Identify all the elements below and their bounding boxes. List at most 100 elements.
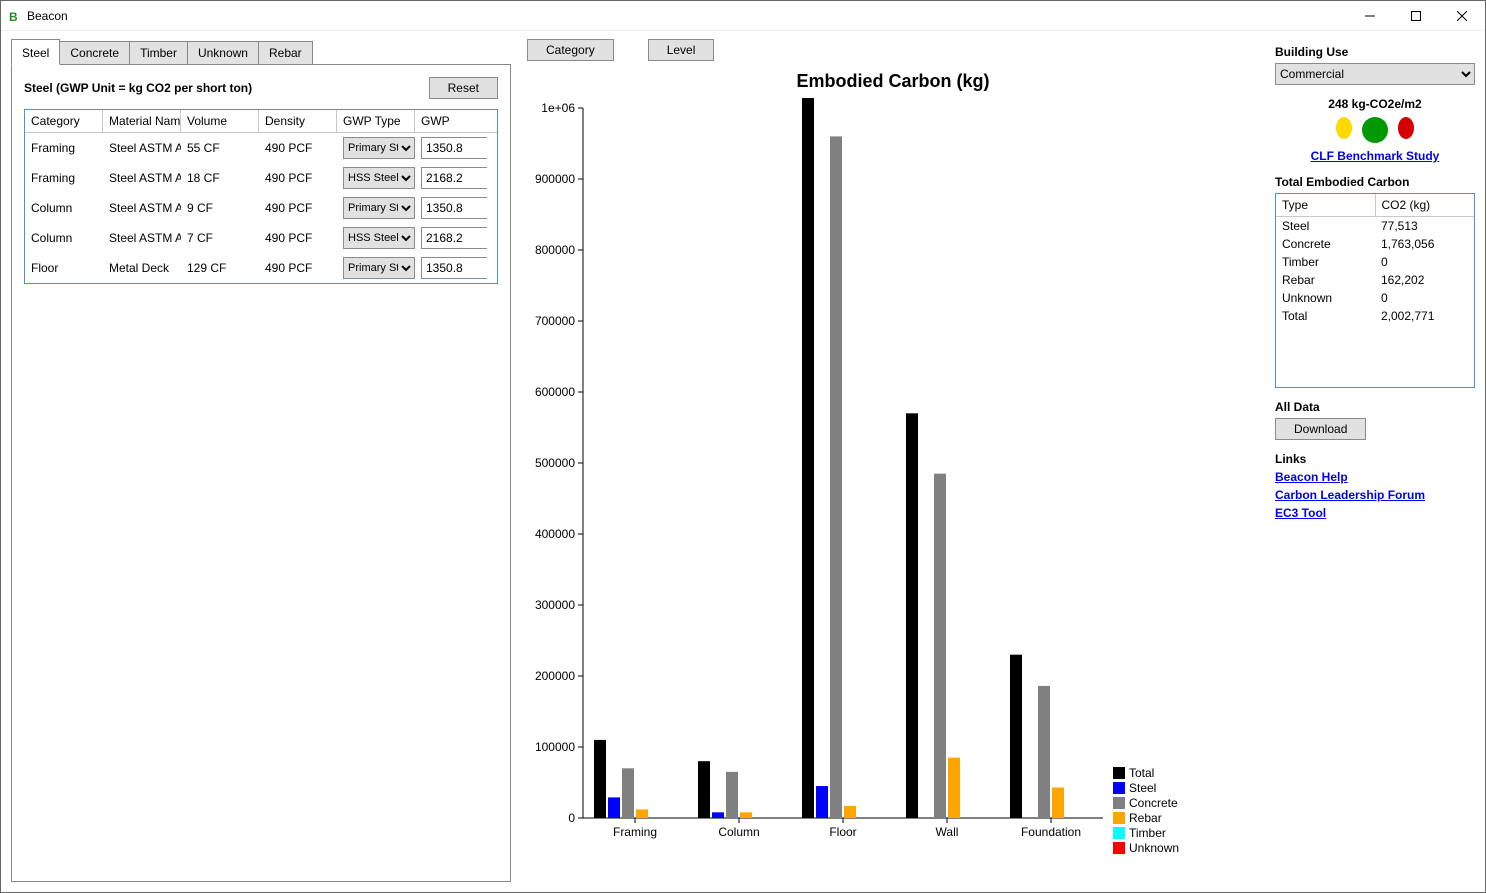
tab-rebar[interactable]: Rebar: [259, 41, 313, 65]
cell-density: 490 PCF: [259, 139, 337, 157]
cell-volume: 7 CF: [181, 229, 259, 247]
window-title: Beacon: [27, 9, 68, 23]
svg-text:Floor: Floor: [829, 825, 856, 839]
legend-label: Timber: [1129, 826, 1166, 840]
column-header[interactable]: GWP Type: [337, 110, 415, 132]
tab-steel[interactable]: Steel: [11, 39, 60, 65]
svg-text:700000: 700000: [535, 314, 575, 328]
cell-material: Steel ASTM A5: [103, 229, 181, 247]
svg-text:Framing: Framing: [613, 825, 657, 839]
gwp-type-select[interactable]: Primary St: [343, 137, 415, 159]
svg-text:200000: 200000: [535, 669, 575, 683]
link-beacon-help[interactable]: Beacon Help: [1275, 470, 1475, 484]
cell-category: Framing: [25, 139, 103, 157]
category-button[interactable]: Category: [527, 39, 614, 61]
level-button[interactable]: Level: [648, 39, 715, 61]
chart: 0 100000 200000 300000 400000 500000 600000 700…: [523, 98, 1163, 868]
gwp-input[interactable]: [421, 167, 487, 189]
building-use-select[interactable]: Commercial: [1275, 63, 1475, 85]
building-use-label: Building Use: [1275, 45, 1475, 59]
tec-row: Timber0: [1276, 253, 1474, 271]
legend-swatch: [1113, 812, 1125, 824]
links-label: Links: [1275, 452, 1475, 466]
tec-row: Total2,002,771: [1276, 307, 1474, 325]
legend-label: Concrete: [1129, 796, 1178, 810]
gwp-input[interactable]: [421, 137, 487, 159]
cell-density: 490 PCF: [259, 199, 337, 217]
status-dot-green: [1362, 117, 1388, 143]
gwp-input[interactable]: [421, 197, 487, 219]
chart-title: Embodied Carbon (kg): [523, 67, 1263, 98]
all-data-label: All Data: [1275, 400, 1475, 414]
cell-volume: 9 CF: [181, 199, 259, 217]
material-grid: CategoryMaterial NameVolumeDensityGWP Ty…: [24, 109, 498, 284]
panel-title: Steel (GWP Unit = kg CO2 per short ton): [24, 81, 429, 95]
gwp-type-select[interactable]: HSS Steel: [343, 227, 415, 249]
close-button[interactable]: [1439, 1, 1485, 31]
cell-material: Metal Deck: [103, 259, 181, 277]
cell-material: Steel ASTM A9: [103, 139, 181, 157]
legend-label: Total: [1129, 766, 1154, 780]
table-row: ColumnSteel ASTM A99 CF490 PCF Primary St: [25, 193, 497, 223]
table-row: FloorMetal Deck129 CF490 PCFPrimary St: [25, 253, 497, 283]
download-button[interactable]: Download: [1275, 418, 1366, 440]
tab-unknown[interactable]: Unknown: [188, 41, 259, 65]
cell-category: Column: [25, 199, 103, 217]
titlebar: B Beacon: [1, 1, 1485, 31]
cell-density: 490 PCF: [259, 169, 337, 187]
svg-text:900000: 900000: [535, 172, 575, 186]
svg-text:100000: 100000: [535, 740, 575, 754]
legend-swatch: [1113, 782, 1125, 794]
cell-material: Steel ASTM A9: [103, 199, 181, 217]
tab-timber[interactable]: Timber: [130, 41, 188, 65]
link-ec3-tool[interactable]: EC3 Tool: [1275, 506, 1475, 520]
svg-text:Wall: Wall: [936, 825, 959, 839]
legend-swatch: [1113, 842, 1125, 854]
chart-legend: TotalSteelConcreteRebarTimberUnknown: [1113, 766, 1179, 856]
material-panel: Steel (GWP Unit = kg CO2 per short ton) …: [11, 64, 511, 882]
column-header[interactable]: Category: [25, 110, 103, 132]
gwp-type-select[interactable]: Primary St: [343, 197, 415, 219]
svg-text:500000: 500000: [535, 456, 575, 470]
svg-text:300000: 300000: [535, 598, 575, 612]
gwp-type-select[interactable]: HSS Steel: [343, 167, 415, 189]
svg-text:600000: 600000: [535, 385, 575, 399]
column-header[interactable]: Density: [259, 110, 337, 132]
svg-text:400000: 400000: [535, 527, 575, 541]
cell-volume: 18 CF: [181, 169, 259, 187]
legend-label: Rebar: [1129, 811, 1162, 825]
cell-category: Column: [25, 229, 103, 247]
cell-category: Floor: [25, 259, 103, 277]
benchmark-link[interactable]: CLF Benchmark Study: [1311, 149, 1440, 163]
gwp-type-select[interactable]: Primary St: [343, 257, 415, 279]
tec-row: Concrete1,763,056: [1276, 235, 1474, 253]
legend-swatch: [1113, 827, 1125, 839]
column-header[interactable]: Material Name: [103, 110, 181, 132]
cell-volume: 55 CF: [181, 139, 259, 157]
carbon-metric: 248 kg-CO2e/m2: [1275, 97, 1475, 111]
svg-text:0: 0: [568, 811, 575, 825]
legend-label: Steel: [1129, 781, 1156, 795]
column-header[interactable]: GWP: [415, 110, 487, 132]
maximize-button[interactable]: [1393, 1, 1439, 31]
legend-label: Unknown: [1129, 841, 1179, 855]
link-carbon-leadership-forum[interactable]: Carbon Leadership Forum: [1275, 488, 1475, 502]
table-row: ColumnSteel ASTM A57 CF490 PCFHSS Steel: [25, 223, 497, 253]
legend-swatch: [1113, 767, 1125, 779]
column-header[interactable]: Volume: [181, 110, 259, 132]
cell-density: 490 PCF: [259, 259, 337, 277]
tec-table: Type CO2 (kg) Steel77,513Concrete1,763,0…: [1275, 193, 1475, 388]
tec-row: Steel77,513: [1276, 217, 1474, 235]
reset-button[interactable]: Reset: [429, 77, 498, 99]
tec-label: Total Embodied Carbon: [1275, 175, 1475, 189]
app-logo: B: [9, 10, 21, 22]
tab-concrete[interactable]: Concrete: [60, 41, 130, 65]
gwp-input[interactable]: [421, 257, 487, 279]
cell-material: Steel ASTM A5: [103, 169, 181, 187]
tec-row: Unknown0: [1276, 289, 1474, 307]
gwp-input[interactable]: [421, 227, 487, 249]
svg-text:800000: 800000: [535, 243, 575, 257]
cell-category: Framing: [25, 169, 103, 187]
minimize-button[interactable]: [1347, 1, 1393, 31]
svg-text:Foundation: Foundation: [1021, 825, 1081, 839]
